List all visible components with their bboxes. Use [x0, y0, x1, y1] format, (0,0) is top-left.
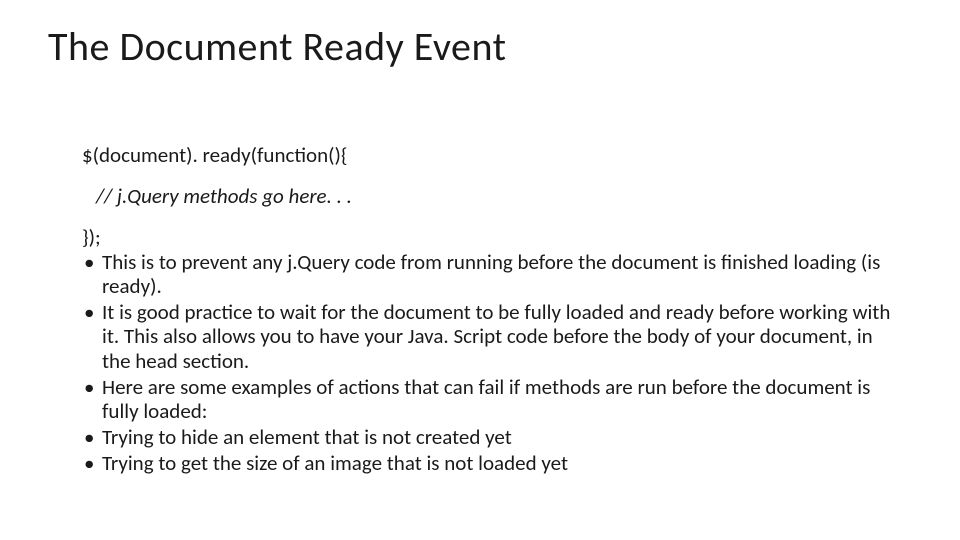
bullet-item: This is to prevent any j.Query code from… — [82, 250, 900, 298]
slide: The Document Ready Event $(document). re… — [0, 0, 960, 540]
code-line-comment: // j.Query methods go here. . . — [82, 176, 352, 217]
code-line-1: $(document). ready(function(){ — [82, 135, 352, 176]
bullet-list: This is to prevent any j.Query code from… — [82, 250, 900, 477]
bullet-item: Here are some examples of actions that c… — [82, 375, 900, 423]
bullet-item: It is good practice to wait for the docu… — [82, 300, 900, 372]
bullet-item: Trying to hide an element that is not cr… — [82, 425, 900, 449]
slide-title: The Document Ready Event — [48, 22, 506, 71]
code-block: $(document). ready(function(){ // j.Quer… — [82, 135, 352, 258]
bullet-item: Trying to get the size of an image that … — [82, 451, 900, 475]
